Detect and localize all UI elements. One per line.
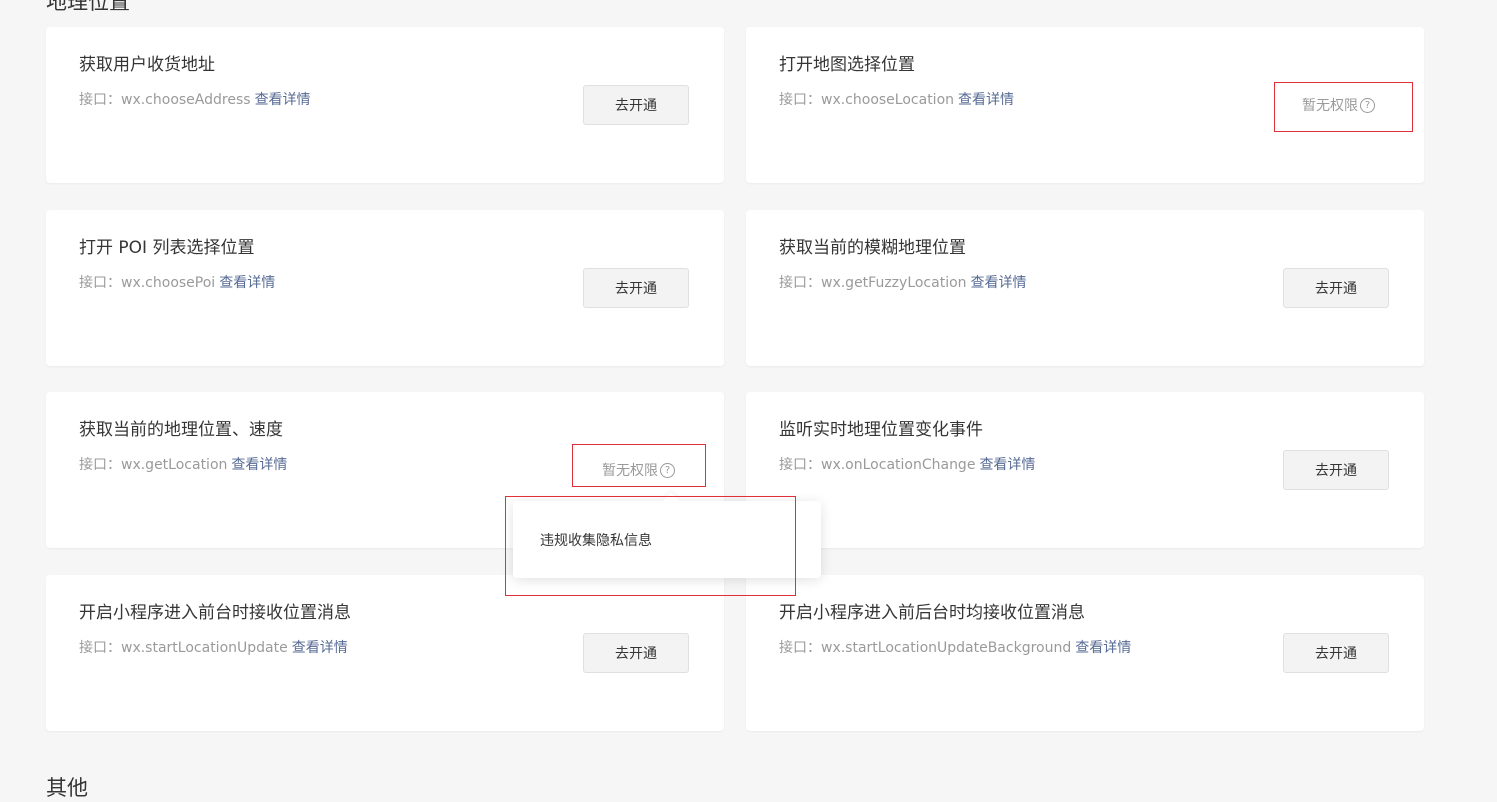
api-name: 接口：wx.choosePoi xyxy=(79,275,216,291)
card-title: 获取用户收货地址 xyxy=(79,55,215,75)
api-name: 接口：wx.getFuzzyLocation xyxy=(779,275,967,291)
api-desc: 接口：wx.startLocationUpdateBackground 查看详情 xyxy=(779,637,1131,657)
card-title: 获取当前的模糊地理位置 xyxy=(779,238,966,258)
activate-button[interactable]: 去开通 xyxy=(1283,450,1389,490)
api-desc: 接口：wx.chooseAddress 查看详情 xyxy=(79,89,311,109)
activate-button[interactable]: 去开通 xyxy=(583,268,689,308)
view-details-link[interactable]: 查看详情 xyxy=(971,275,1027,291)
api-desc: 接口：wx.chooseLocation 查看详情 xyxy=(779,89,1014,109)
view-details-link[interactable]: 查看详情 xyxy=(219,275,275,291)
card-title: 打开地图选择位置 xyxy=(779,55,915,75)
api-desc: 接口：wx.startLocationUpdate 查看详情 xyxy=(79,637,348,657)
view-details-link[interactable]: 查看详情 xyxy=(231,457,287,473)
activate-button[interactable]: 去开通 xyxy=(583,85,689,125)
api-desc: 接口：wx.onLocationChange 查看详情 xyxy=(779,454,1035,474)
card-title: 打开 POI 列表选择位置 xyxy=(79,238,255,258)
api-name: 接口：wx.startLocationUpdate xyxy=(79,640,288,656)
activate-button[interactable]: 去开通 xyxy=(1283,268,1389,308)
no-permission-status[interactable]: 暂无权限? xyxy=(1302,95,1375,115)
api-desc: 接口：wx.getLocation 查看详情 xyxy=(79,454,287,474)
no-permission-label: 暂无权限 xyxy=(602,463,658,479)
card-on-location-change: 监听实时地理位置变化事件 接口：wx.onLocationChange 查看详情 … xyxy=(746,392,1424,548)
no-permission-status[interactable]: 暂无权限? xyxy=(602,460,675,480)
question-circle-icon[interactable]: ? xyxy=(1360,97,1375,113)
view-details-link[interactable]: 查看详情 xyxy=(1075,640,1131,656)
activate-button[interactable]: 去开通 xyxy=(583,633,689,673)
view-details-link[interactable]: 查看详情 xyxy=(979,457,1035,473)
api-name: 接口：wx.chooseLocation xyxy=(779,92,955,108)
api-name: 接口：wx.getLocation xyxy=(79,457,228,473)
card-choose-poi: 打开 POI 列表选择位置 接口：wx.choosePoi 查看详情 去开通 xyxy=(46,210,724,366)
card-title: 监听实时地理位置变化事件 xyxy=(779,420,983,440)
next-section-title: 其他 xyxy=(46,776,88,800)
view-details-link[interactable]: 查看详情 xyxy=(292,640,348,656)
card-choose-address: 获取用户收货地址 接口：wx.chooseAddress 查看详情 去开通 xyxy=(46,27,724,183)
permission-tooltip: 违规收集隐私信息 xyxy=(513,492,821,578)
card-start-location-update: 开启小程序进入前台时接收位置消息 接口：wx.startLocationUpda… xyxy=(46,575,724,731)
api-desc: 接口：wx.getFuzzyLocation 查看详情 xyxy=(779,272,1027,292)
card-start-location-update-background: 开启小程序进入前后台时均接收位置消息 接口：wx.startLocationUp… xyxy=(746,575,1424,731)
api-name: 接口：wx.onLocationChange xyxy=(779,457,976,473)
card-choose-location: 打开地图选择位置 接口：wx.chooseLocation 查看详情 暂无权限? xyxy=(746,27,1424,183)
card-get-fuzzy-location: 获取当前的模糊地理位置 接口：wx.getFuzzyLocation 查看详情 去… xyxy=(746,210,1424,366)
no-permission-label: 暂无权限 xyxy=(1302,98,1358,114)
section-title: 地理位置 xyxy=(46,0,130,14)
card-title: 获取当前的地理位置、速度 xyxy=(79,420,283,440)
view-details-link[interactable]: 查看详情 xyxy=(255,92,311,108)
tooltip-text: 违规收集隐私信息 xyxy=(540,533,652,549)
card-title: 开启小程序进入前台时接收位置消息 xyxy=(79,603,351,623)
api-name: 接口：wx.startLocationUpdateBackground xyxy=(779,640,1072,656)
question-circle-icon[interactable]: ? xyxy=(660,462,675,478)
view-details-link[interactable]: 查看详情 xyxy=(958,92,1014,108)
api-desc: 接口：wx.choosePoi 查看详情 xyxy=(79,272,275,292)
activate-button[interactable]: 去开通 xyxy=(1283,633,1389,673)
api-name: 接口：wx.chooseAddress xyxy=(79,92,251,108)
card-title: 开启小程序进入前后台时均接收位置消息 xyxy=(779,603,1085,623)
